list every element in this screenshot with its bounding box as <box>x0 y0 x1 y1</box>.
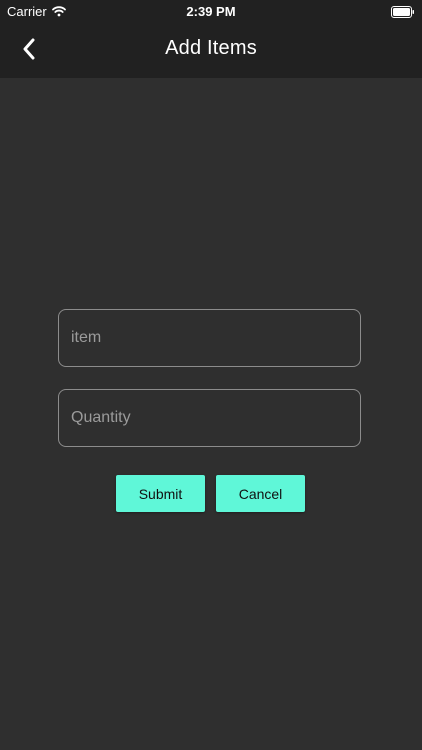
quantity-field[interactable] <box>58 389 361 447</box>
item-input[interactable] <box>59 310 360 366</box>
nav-bar: Add Items <box>0 24 422 78</box>
quantity-input[interactable] <box>59 390 360 446</box>
status-bar: Carrier 2:39 PM <box>0 0 422 24</box>
page-title: Add Items <box>165 37 257 59</box>
battery-icon <box>391 5 415 18</box>
item-field[interactable] <box>58 309 361 367</box>
submit-button[interactable]: Submit <box>116 475 205 512</box>
cancel-button[interactable]: Cancel <box>216 475 305 512</box>
status-time: 2:39 PM <box>186 4 236 19</box>
